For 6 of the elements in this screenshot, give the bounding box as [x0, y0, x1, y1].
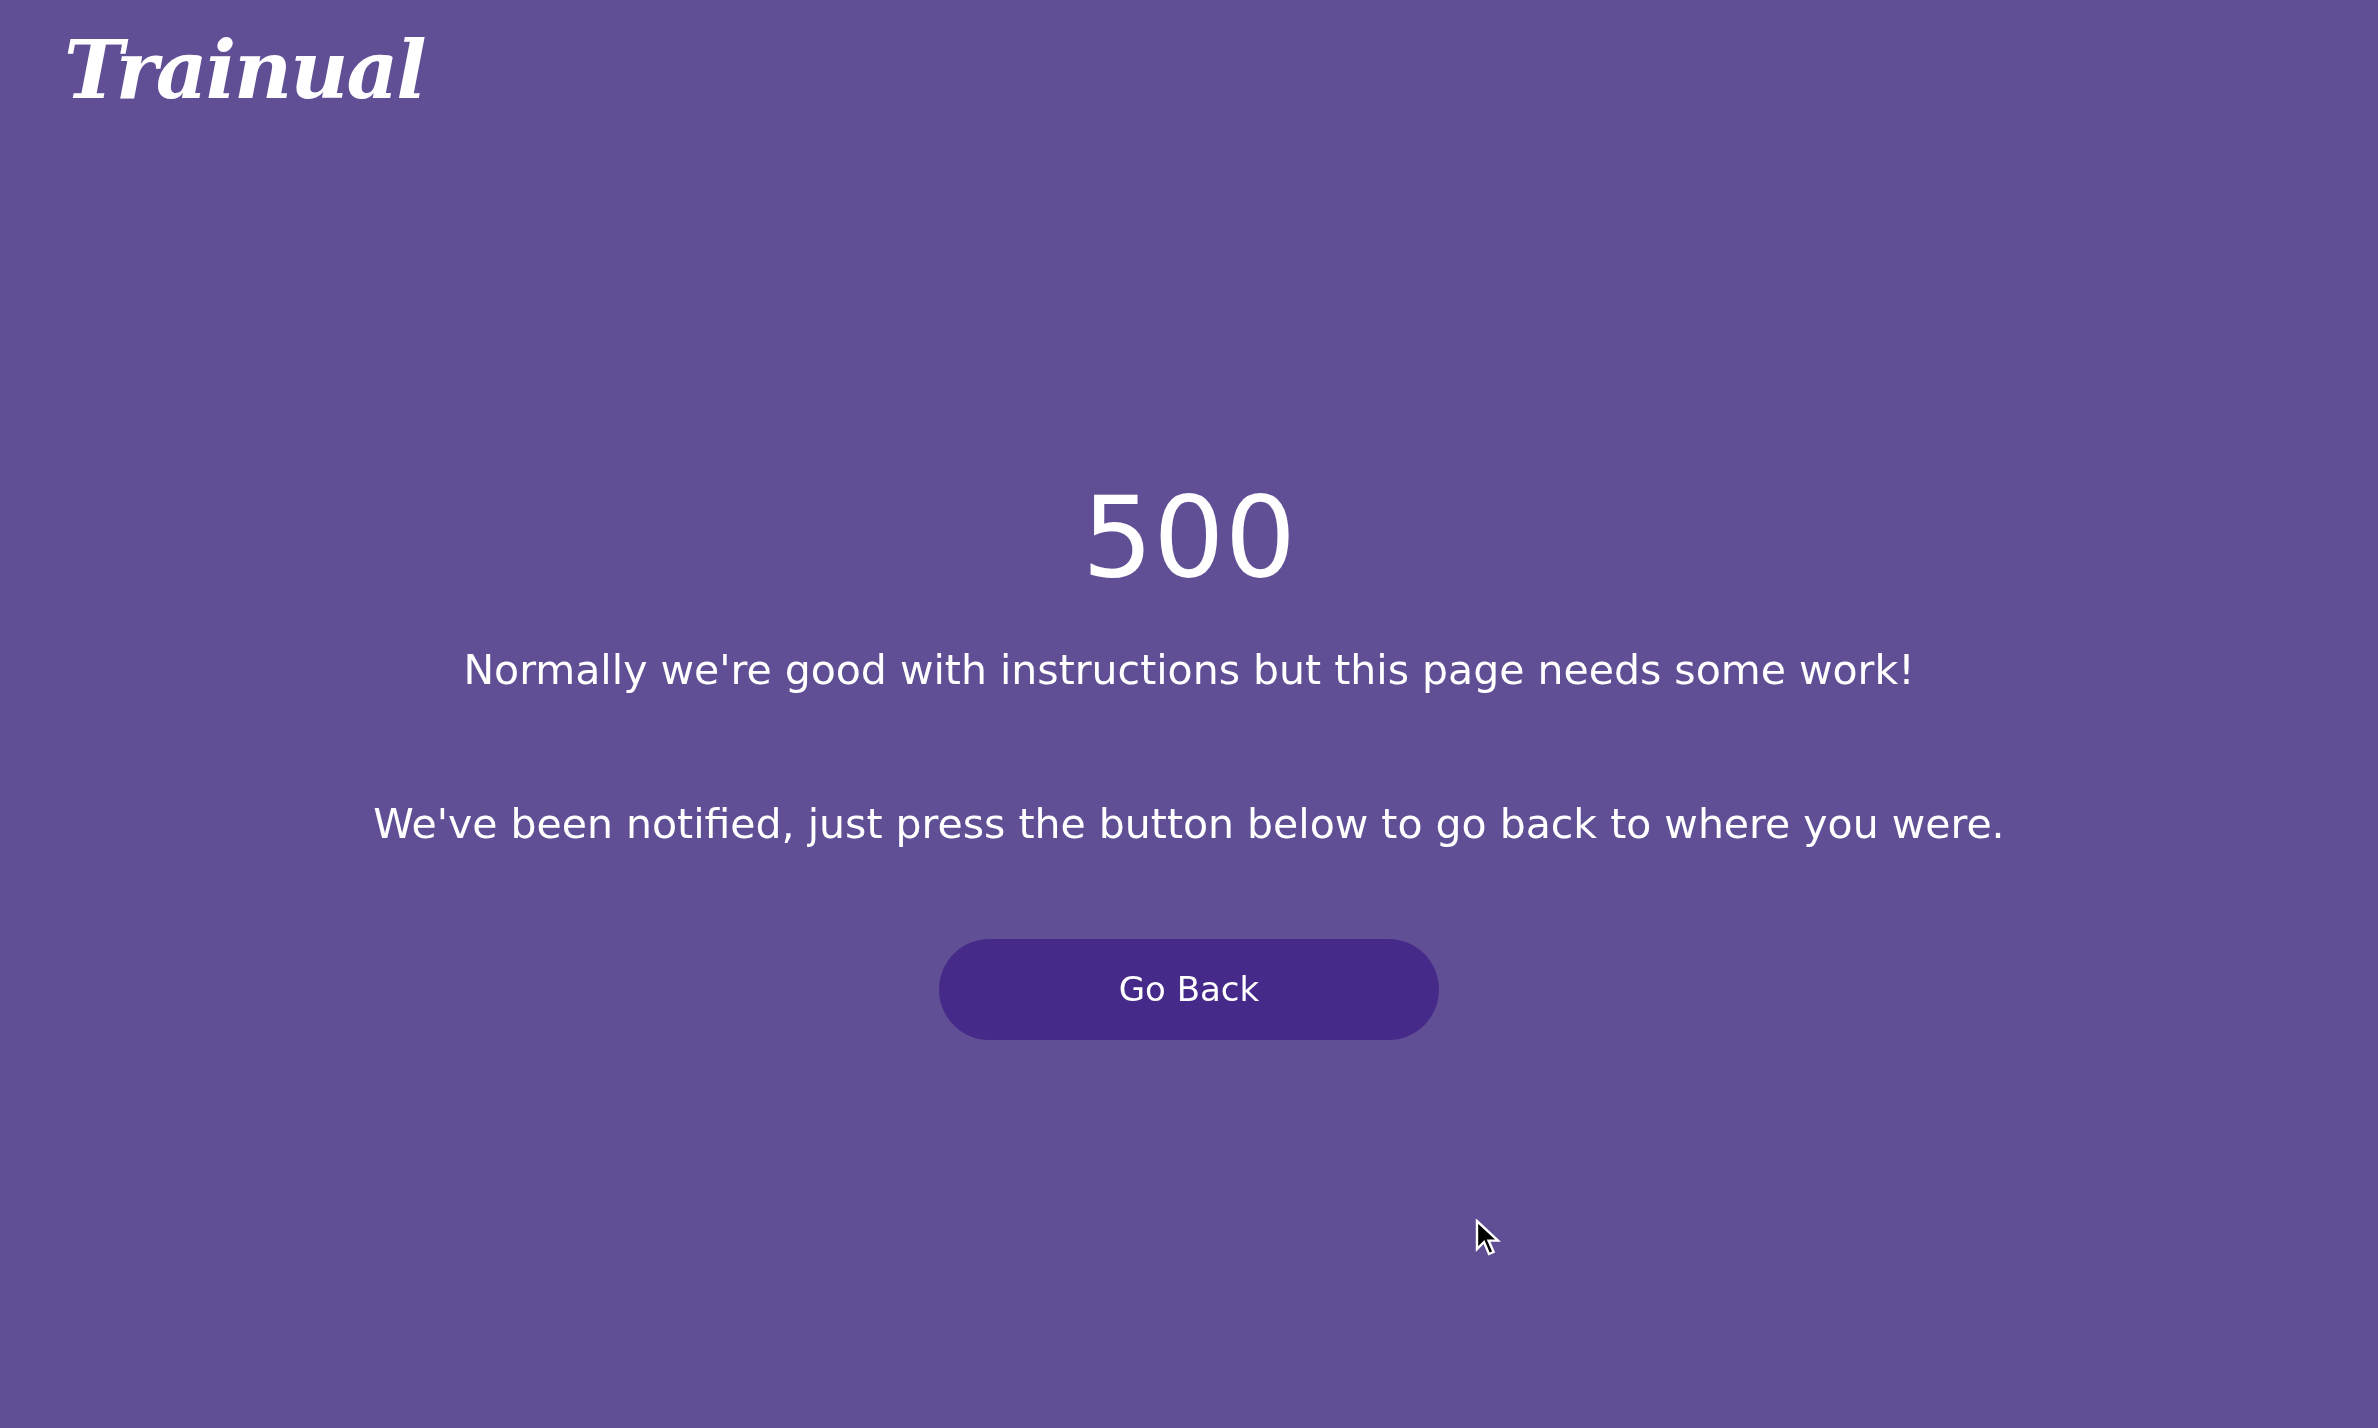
error-message: Normally we're good with instructions but this page needs some work! [463, 645, 1915, 697]
error-code: 500 [1082, 471, 1296, 604]
error-message: We've been notified, just press the button below to go back to where you were. [373, 798, 2005, 850]
go-back-button[interactable]: Go Back [939, 939, 1439, 1040]
cursor-icon [1475, 1219, 1501, 1257]
logo[interactable]: Trainual [64, 22, 425, 118]
